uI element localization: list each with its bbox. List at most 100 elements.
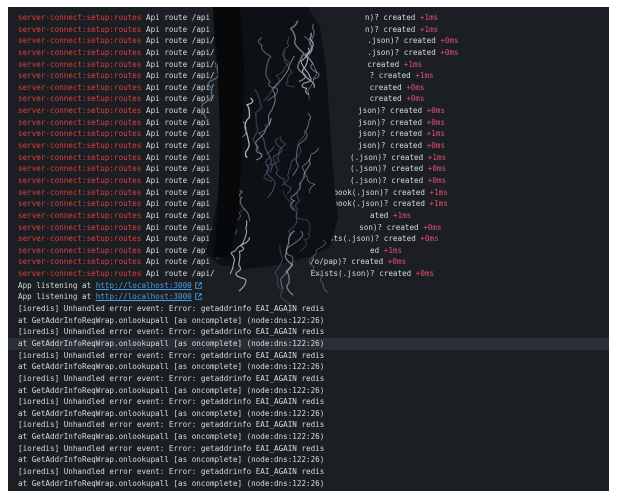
log-delta: +1ms <box>426 129 445 139</box>
log-line-route[interactable]: server-connect:setup:routes Api route /a… <box>8 70 609 82</box>
log-message-tail: (.json)? created <box>350 164 424 174</box>
log-delta: +0ms <box>426 106 445 116</box>
log-message: Api route /api <box>146 199 211 209</box>
log-prefix: server-connect:setup:routes <box>18 175 142 185</box>
log-line-route[interactable]: server-connect:setup:routes Api route /a… <box>8 140 609 152</box>
log-prefix: server-connect:setup:routes <box>18 164 142 174</box>
log-message: Api route /api <box>146 210 211 220</box>
log-line-route[interactable]: server-connect:setup:routes Api route /a… <box>8 59 609 71</box>
log-prefix: server-connect:setup:routes <box>18 257 142 267</box>
log-line-route[interactable]: server-connect:setup:routes Api route /a… <box>8 12 609 24</box>
log-prefix: server-connect:setup:routes <box>18 234 142 244</box>
log-delta: +0ms <box>387 257 407 267</box>
log-delta: +1ms <box>415 71 434 81</box>
log-message-tail: /o/pap)? created <box>310 257 384 267</box>
log-line-listening[interactable]: App listening at http://localhost:3000 <box>8 291 609 303</box>
log-prefix: server-connect:setup:routes <box>18 245 142 255</box>
log-line-error[interactable]: at GetAddrInfoReqWrap.onlookupall [as on… <box>8 454 609 466</box>
log-line-route[interactable]: server-connect:setup:routes Api route /a… <box>8 128 609 140</box>
log-message: Api route /api <box>146 257 211 267</box>
log-message-tail: created <box>369 82 402 92</box>
log-line-error[interactable]: [ioredis] Unhandled error event: Error: … <box>8 350 609 362</box>
log-line-route[interactable]: server-connect:setup:routes Api route /a… <box>8 24 609 36</box>
log-delta: +0ms <box>426 141 445 151</box>
log-message-tail: json)? created <box>358 106 423 116</box>
log-line-error[interactable]: at GetAddrInfoReqWrap.onlookupall [as on… <box>8 385 609 397</box>
terminal-lines: server-connect:setup:routes Api route /a… <box>8 12 609 489</box>
log-prefix: server-connect:setup:routes <box>18 13 142 22</box>
log-prefix: server-connect:setup:routes <box>18 24 142 34</box>
listening-label: App listening at <box>18 292 92 302</box>
log-message: Api route /api/t <box>146 222 220 232</box>
log-line-route[interactable]: server-connect:setup:routes Api route /a… <box>8 47 609 59</box>
log-line-error[interactable]: at GetAddrInfoReqWrap.onlookupall [as on… <box>8 408 609 420</box>
localhost-link[interactable]: http://localhost:3000 <box>96 292 192 301</box>
log-message-tail: ated <box>370 210 389 220</box>
log-message-tail: json)? created <box>358 141 423 151</box>
log-line-route[interactable]: server-connect:setup:routes Api route /a… <box>8 152 609 164</box>
log-line-route[interactable]: server-connect:setup:routes Api route /a… <box>8 256 609 268</box>
log-message: Api route /api/ <box>146 71 215 81</box>
log-message-tail: .json)? created <box>367 47 436 57</box>
log-line-error[interactable]: at GetAddrInfoReqWrap.onlookupall [as on… <box>8 478 609 490</box>
log-delta: +1ms <box>403 59 423 69</box>
log-line-listening[interactable]: App listening at http://localhost:3000 <box>8 280 609 292</box>
external-link-icon[interactable] <box>194 281 202 289</box>
log-line-route[interactable]: server-connect:setup:routes Api route /a… <box>8 105 609 117</box>
log-prefix: server-connect:setup:routes <box>18 269 142 279</box>
log-line-route[interactable]: server-connect:setup:routes Api route /a… <box>8 93 609 105</box>
log-line-error[interactable]: at GetAddrInfoReqWrap.onlookupall [as on… <box>8 315 609 327</box>
log-line-error[interactable]: [ioredis] Unhandled error event: Error: … <box>8 443 609 455</box>
log-message-tail: .json)? created <box>367 36 436 46</box>
terminal-output[interactable]: server-connect:setup:routes Api route /a… <box>8 7 609 491</box>
log-line-route[interactable]: server-connect:setup:routes Api route /a… <box>8 222 609 234</box>
log-line-error[interactable]: at GetAddrInfoReqWrap.onlookupall [as on… <box>8 431 609 443</box>
log-line-route[interactable]: server-connect:setup:routes Api route /a… <box>8 82 609 94</box>
log-message: Api route /api/ <box>146 82 215 92</box>
log-line-route[interactable]: server-connect:setup:routes Api route /a… <box>8 117 609 129</box>
log-line-route[interactable]: server-connect:setup:routes Api route /a… <box>8 198 609 210</box>
log-message: Api route /api <box>146 187 211 197</box>
log-message: Api route /api <box>146 117 211 127</box>
log-message: Api route /api <box>146 141 211 151</box>
log-message: Api route /api/s <box>146 59 220 69</box>
log-prefix: server-connect:setup:routes <box>18 117 142 127</box>
log-prefix: server-connect:setup:routes <box>18 94 142 104</box>
log-line-error[interactable]: [ioredis] Unhandled error event: Error: … <box>8 419 609 431</box>
log-message-tail: n)? created <box>365 24 416 34</box>
log-line-route[interactable]: server-connect:setup:routes Api route /a… <box>8 210 609 222</box>
log-delta: +0ms <box>406 82 425 92</box>
log-line-error[interactable]: [ioredis] Unhandled error event: Error: … <box>8 396 609 408</box>
log-message-tail: n)? created <box>365 13 416 22</box>
log-line-route[interactable]: server-connect:setup:routes Api route /a… <box>8 245 609 257</box>
log-prefix: server-connect:setup:routes <box>18 210 142 220</box>
log-delta: +1ms <box>419 24 439 34</box>
log-message-tail: created <box>369 94 402 104</box>
log-message-tail: ? created <box>369 71 411 81</box>
localhost-link[interactable]: http://localhost:3000 <box>96 281 192 290</box>
log-delta: +0ms <box>423 222 442 232</box>
log-message: Api route /api <box>146 106 211 116</box>
log-line-route[interactable]: server-connect:setup:routes Api route /a… <box>8 268 609 280</box>
log-delta: +1ms <box>427 152 447 162</box>
log-line-error[interactable]: [ioredis] Unhandled error event: Error: … <box>8 303 609 315</box>
log-line-route[interactable]: server-connect:setup:routes Api route /a… <box>8 35 609 47</box>
log-message-tail: ed <box>370 245 380 255</box>
log-delta: +1ms <box>429 199 448 209</box>
log-line-route[interactable]: server-connect:setup:routes Api route /a… <box>8 163 609 175</box>
log-line-route[interactable]: server-connect:setup:routes Api route /a… <box>8 187 609 199</box>
log-line-error-selected[interactable]: at GetAddrInfoReqWrap.onlookupall [as on… <box>8 337 609 350</box>
log-message-tail: inFacebook(.json)? created <box>306 187 425 197</box>
log-line-error[interactable]: [ioredis] Unhandled error event: Error: … <box>8 373 609 385</box>
log-delta: +1ms <box>429 187 448 197</box>
log-line-error[interactable]: at GetAddrInfoReqWrap.onlookupall [as on… <box>8 361 609 373</box>
log-line-route[interactable]: server-connect:setup:routes Api route /a… <box>8 233 609 245</box>
log-delta: +1ms <box>392 210 412 220</box>
log-line-route[interactable]: server-connect:setup:routes Api route /a… <box>8 175 609 187</box>
log-line-error[interactable]: [ioredis] Unhandled error event: Error: … <box>8 326 609 338</box>
log-message: Api route /api/s <box>146 47 220 57</box>
log-line-error[interactable]: [ioredis] Unhandled error event: Error: … <box>8 466 609 478</box>
external-link-icon[interactable] <box>194 293 202 301</box>
log-prefix: server-connect:setup:routes <box>18 59 142 69</box>
log-message: Api route /api <box>146 175 211 185</box>
